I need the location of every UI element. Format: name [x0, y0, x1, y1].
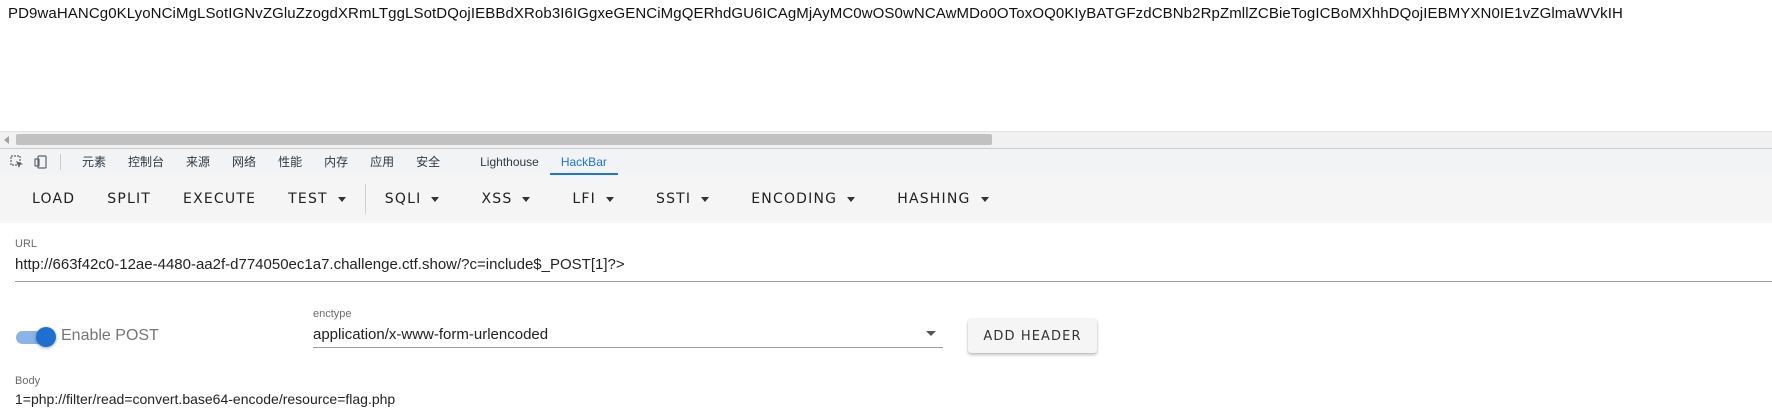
tab-hackbar[interactable]: HackBar — [549, 149, 618, 175]
test-menu-label: TEST — [288, 191, 328, 207]
enable-post-toggle[interactable] — [16, 327, 56, 347]
tab-memory[interactable]: 内存 — [313, 149, 359, 175]
execute-button[interactable]: EXECUTE — [167, 181, 272, 217]
xss-menu-label: XSS — [481, 191, 513, 207]
enable-post-label: Enable POST — [61, 327, 159, 344]
load-button-label: LOAD — [32, 191, 76, 207]
tab-console[interactable]: 控制台 — [117, 149, 175, 175]
scrollbar-thumb[interactable] — [16, 134, 992, 145]
encoding-menu-button[interactable]: ENCODING — [735, 181, 871, 217]
xss-menu-button[interactable]: XSS — [465, 181, 546, 217]
tab-separator — [60, 154, 61, 170]
tab-lighthouse[interactable]: Lighthouse — [469, 149, 550, 175]
page-output-text: PD9waHANCg0KLyoNCiMgLSotIGNvZGluZzogdXRm… — [8, 5, 1623, 22]
ssti-menu-button[interactable]: SSTI — [640, 181, 725, 217]
inspect-element-icon[interactable] — [10, 155, 24, 169]
url-label: URL — [15, 238, 38, 250]
sqli-menu-label: SQLI — [384, 191, 422, 207]
toggle-knob — [36, 327, 56, 347]
test-menu-button[interactable]: TEST — [272, 181, 362, 217]
caret-down-icon — [847, 196, 856, 202]
sqli-menu-button[interactable]: SQLI — [369, 181, 456, 217]
split-button[interactable]: SPLIT — [91, 181, 167, 217]
tab-performance[interactable]: 性能 — [267, 149, 313, 175]
load-button[interactable]: LOAD — [16, 181, 91, 217]
lfi-menu-button[interactable]: LFI — [556, 181, 630, 217]
add-header-button[interactable]: ADD HEADER — [968, 319, 1097, 353]
lfi-menu-label: LFI — [572, 191, 596, 207]
enctype-underline — [313, 347, 943, 348]
caret-down-icon — [522, 196, 531, 202]
caret-down-icon — [980, 196, 989, 202]
execute-button-label: EXECUTE — [183, 191, 257, 207]
tab-network[interactable]: 网络 — [221, 149, 267, 175]
add-header-label: ADD HEADER — [983, 328, 1082, 344]
split-button-label: SPLIT — [107, 191, 152, 207]
encoding-menu-label: ENCODING — [751, 191, 838, 207]
caret-down-icon — [606, 196, 614, 202]
enctype-label: enctype — [313, 308, 352, 320]
tab-application[interactable]: 应用 — [359, 149, 405, 175]
body-field[interactable]: 1=php://filter/read=convert.base64-encod… — [15, 391, 395, 407]
devtools-tab-bar: 元素 控制台 来源 网络 性能 内存 应用 安全 Lighthouse Hack… — [0, 148, 1772, 176]
hashing-menu-label: HASHING — [897, 191, 971, 207]
url-field-underline — [15, 281, 1772, 282]
caret-down-icon — [337, 196, 346, 202]
url-field[interactable]: http://663f42c0-12ae-4480-aa2f-d774050ec… — [15, 256, 625, 273]
tab-security[interactable]: 安全 — [405, 149, 451, 175]
caret-down-icon — [701, 196, 710, 202]
hashing-menu-button[interactable]: HASHING — [881, 181, 1004, 217]
page-output: PD9waHANCg0KLyoNCiMgLSotIGNvZGluZzogdXRm… — [0, 0, 1772, 131]
tab-sources[interactable]: 来源 — [175, 149, 221, 175]
enctype-select[interactable]: application/x-www-form-urlencoded — [313, 326, 548, 343]
body-label: Body — [15, 375, 41, 387]
ssti-menu-label: SSTI — [656, 191, 692, 207]
dropdown-arrow-icon[interactable] — [926, 331, 936, 336]
hackbar-toolbar: LOAD SPLIT EXECUTE TEST SQLI XSS LFI SST… — [0, 175, 1772, 223]
caret-down-icon — [431, 196, 440, 202]
scroll-left-arrow-icon[interactable] — [4, 136, 9, 144]
device-toolbar-icon[interactable] — [34, 155, 48, 169]
tab-elements[interactable]: 元素 — [71, 149, 117, 175]
horizontal-scrollbar[interactable] — [0, 131, 1772, 148]
toolbar-divider — [364, 184, 366, 214]
